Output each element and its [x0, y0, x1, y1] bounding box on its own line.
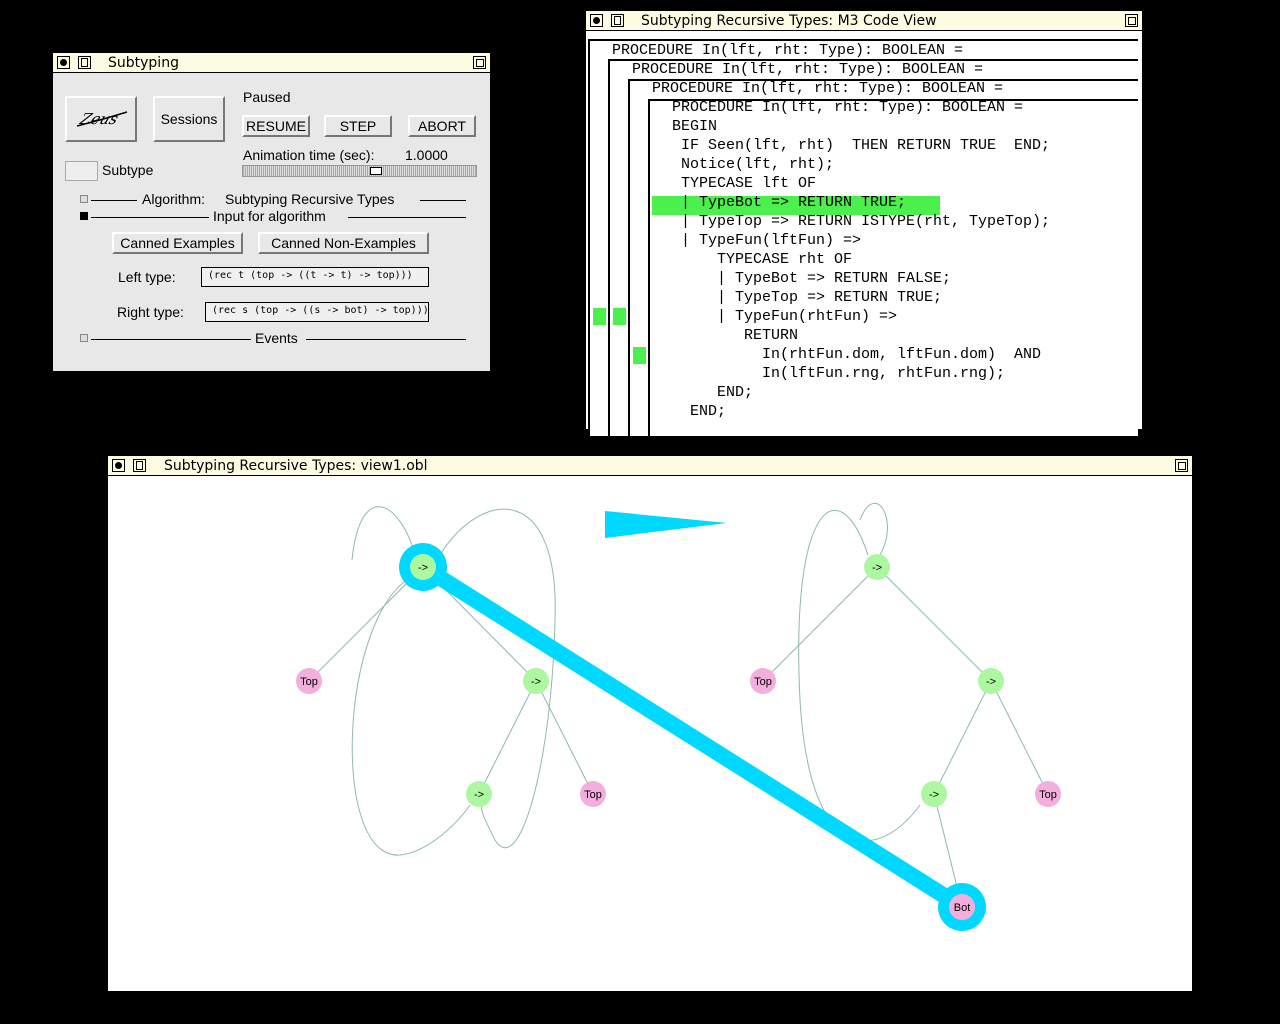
tree-edge — [933, 680, 992, 795]
pointer-arrow-icon — [605, 511, 727, 538]
code-line: In(lftFun.rng, rhtFun.rng); — [672, 365, 1006, 382]
subtyping-window: Subtyping Zeus Sessions Paused RESUME ST… — [53, 53, 490, 371]
code-view-titlebar[interactable]: Subtyping Recursive Types: M3 Code View — [586, 11, 1142, 31]
code-line: END; — [672, 403, 727, 420]
subtyping-titlebar[interactable]: Subtyping — [53, 53, 490, 73]
code-line: TYPECASE rht OF — [672, 251, 853, 268]
algorithm-section-toggle[interactable] — [80, 195, 88, 203]
code-view-window: Subtyping Recursive Types: M3 Code View … — [586, 11, 1142, 436]
divider — [91, 200, 137, 201]
graph-view-titlebar[interactable]: Subtyping Recursive Types: view1.obl — [108, 456, 1192, 476]
code-line: TYPECASE lft OF — [672, 175, 817, 192]
code-line: Notice(lft, rht); — [672, 156, 835, 173]
node-label: -> — [531, 676, 541, 688]
graph-view-window: Subtyping Recursive Types: view1.obl -> T… — [108, 456, 1192, 991]
code-line: | TypeBot => RETURN FALSE; — [672, 270, 952, 287]
close-icon[interactable] — [590, 14, 603, 27]
code-line-current: | TypeBot => RETURN TRUE; — [672, 194, 907, 211]
step-button[interactable]: STEP — [324, 115, 392, 137]
divider — [91, 217, 209, 218]
left-type-label: Left type: — [118, 269, 176, 285]
code-line: END; — [672, 384, 754, 401]
node-label: -> — [418, 562, 428, 574]
window-title: Subtyping Recursive Types: view1.obl — [164, 458, 428, 474]
divider — [306, 339, 466, 340]
code-line: In(rhtFun.dom, lftFun.dom) AND — [672, 346, 1042, 363]
frame-marker — [633, 347, 646, 364]
input-section-label: Input for algorithm — [213, 208, 326, 224]
divider — [348, 217, 466, 218]
code-line: PROCEDURE In(lft, rht: Type): BOOLEAN = — [652, 80, 1004, 97]
grow-icon[interactable] — [1175, 459, 1188, 472]
divider — [420, 200, 466, 201]
code-line: PROCEDURE In(lft, rht: Type): BOOLEAN = — [632, 61, 984, 78]
code-line: PROCEDURE In(lft, rht: Type): BOOLEAN = — [612, 42, 964, 59]
abort-button[interactable]: ABORT — [408, 115, 476, 137]
window-menu-icon[interactable] — [78, 56, 91, 69]
code-line: | TypeFun(lftFun) => — [672, 232, 862, 249]
back-edge — [859, 503, 888, 556]
animation-time-slider[interactable] — [242, 165, 477, 177]
code-line: | TypeTop => RETURN TRUE; — [672, 289, 943, 306]
code-line: RETURN — [672, 327, 799, 344]
right-type-input[interactable]: (rec s (top -> ((s -> bot) -> top))) — [205, 302, 429, 322]
window-title: Subtyping Recursive Types: M3 Code View — [641, 13, 937, 29]
node-label: -> — [929, 789, 939, 801]
frame-marker — [593, 308, 606, 325]
subtype-view-checkbox[interactable] — [65, 161, 98, 181]
animation-time-value: 1.0000 — [405, 147, 448, 163]
code-line: | TypeFun(rhtFun) => — [672, 308, 898, 325]
code-pane[interactable]: PROCEDURE In(lft, rht: Type): BOOLEAN = P… — [588, 31, 1138, 436]
node-label: -> — [986, 676, 996, 688]
close-icon[interactable] — [57, 56, 70, 69]
events-section-toggle[interactable] — [80, 334, 88, 342]
right-type-label: Right type: — [117, 304, 184, 320]
tree-edge — [478, 680, 537, 795]
canned-examples-button[interactable]: Canned Examples — [112, 232, 243, 254]
comparison-link — [415, 559, 970, 915]
window-menu-icon[interactable] — [133, 459, 146, 472]
window-title: Subtyping — [108, 55, 179, 71]
type-graph[interactable]: -> Top -> -> Top -> Top -> -> Top Bot — [110, 476, 1188, 981]
close-icon[interactable] — [112, 459, 125, 472]
code-line: PROCEDURE In(lft, rht: Type): BOOLEAN = — [672, 99, 1024, 116]
zeus-swoosh-icon — [76, 111, 128, 127]
node-label: Top — [754, 676, 772, 688]
animation-time-label: Animation time (sec): — [243, 147, 375, 163]
node-label: -> — [474, 789, 484, 801]
resume-button[interactable]: RESUME — [242, 115, 310, 137]
algorithm-label: Algorithm: — [142, 191, 206, 207]
divider — [91, 339, 251, 340]
code-line: | TypeTop => RETURN ISTYPE(rht, TypeTop)… — [672, 213, 1051, 230]
grow-icon[interactable] — [473, 56, 486, 69]
tree-edge — [990, 680, 1049, 795]
frame-marker — [613, 308, 626, 325]
sessions-button[interactable]: Sessions — [153, 96, 225, 142]
tree-edge — [762, 566, 878, 682]
algorithm-value: Subtyping Recursive Types — [225, 191, 395, 207]
tree-edge — [308, 566, 424, 682]
zeus-button[interactable]: Zeus — [65, 96, 137, 142]
code-line: BEGIN — [672, 118, 718, 135]
graph-canvas[interactable]: -> Top -> -> Top -> Top -> -> Top Bot — [110, 476, 1188, 981]
node-label: Top — [584, 789, 602, 801]
node-label: -> — [872, 562, 882, 574]
events-label: Events — [255, 330, 298, 346]
input-section-toggle[interactable] — [80, 212, 88, 220]
tree-edge — [535, 680, 594, 795]
slider-thumb[interactable] — [370, 167, 382, 175]
left-type-input[interactable]: (rec t (top -> ((t -> t) -> top))) — [201, 267, 429, 287]
window-menu-icon[interactable] — [611, 14, 624, 27]
canned-nonexamples-button[interactable]: Canned Non-Examples — [258, 232, 429, 254]
grow-icon[interactable] — [1125, 14, 1138, 27]
status-label: Paused — [243, 89, 291, 105]
back-edge — [798, 510, 921, 842]
subtype-view-label: Subtype — [102, 162, 154, 178]
node-label: Top — [1039, 789, 1057, 801]
node-label: Bot — [954, 902, 971, 914]
node-label: Top — [300, 676, 318, 688]
code-line: IF Seen(lft, rht) THEN RETURN TRUE END; — [672, 137, 1051, 154]
tree-edge — [876, 566, 992, 682]
